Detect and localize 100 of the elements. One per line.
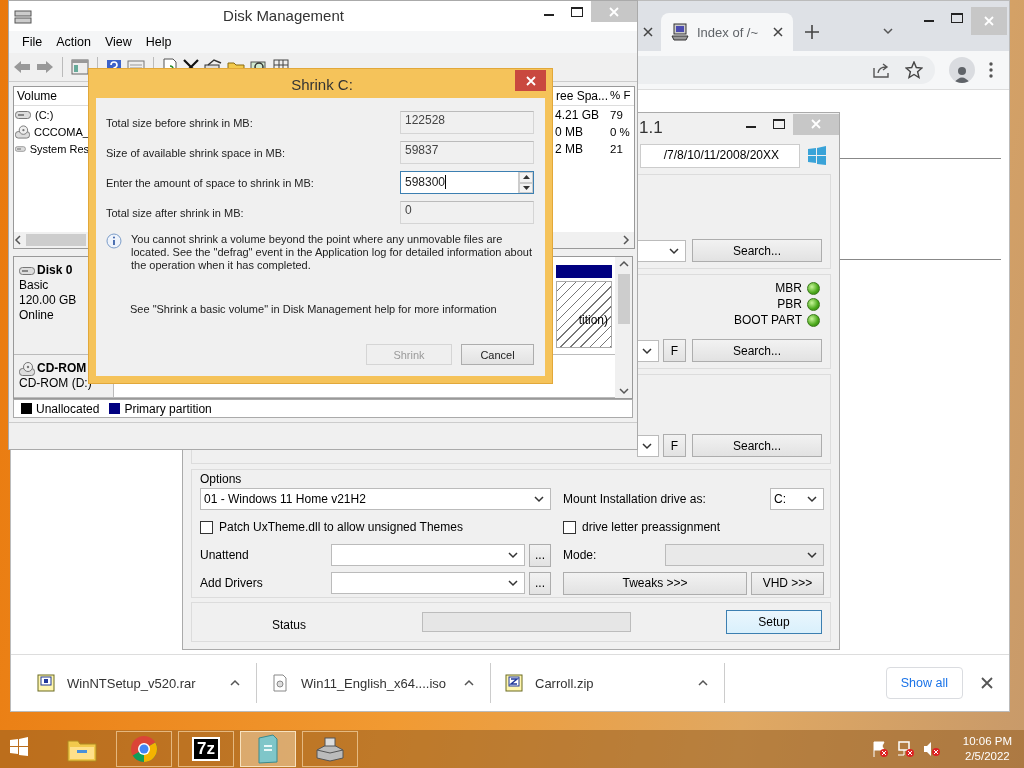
status-label: Status	[272, 618, 308, 632]
tweaks-button[interactable]: Tweaks >>>	[563, 571, 747, 595]
table-cell-text: 79	[609, 108, 624, 121]
close-icon[interactable]	[981, 677, 993, 689]
drive-icon	[14, 9, 32, 25]
taskbar-button[interactable]	[302, 731, 358, 767]
menu-item[interactable]: Help	[138, 35, 179, 49]
console-icon[interactable]	[71, 59, 89, 75]
maximize-icon[interactable]	[773, 119, 785, 129]
download-item[interactable]: Carroll.zip	[491, 663, 725, 703]
f-button[interactable]: F	[663, 339, 686, 362]
search-button[interactable]: Search...	[692, 339, 822, 362]
legend-label: Primary partition	[124, 401, 212, 416]
combo-box[interactable]	[637, 434, 659, 457]
chevron-down-icon	[669, 246, 679, 255]
chevron-down-icon	[642, 441, 652, 450]
scroll-thumb[interactable]	[26, 234, 86, 246]
chevron-down-icon	[642, 346, 652, 355]
cd-drive-icon	[15, 124, 30, 139]
chevron-down-icon	[807, 495, 817, 503]
menu-item[interactable]: Action	[49, 35, 98, 49]
browse-button[interactable]: ...	[529, 543, 551, 567]
close-icon[interactable]	[773, 27, 783, 37]
close-icon[interactable]	[643, 27, 653, 37]
back-arrow-icon[interactable]	[13, 60, 31, 74]
boot-check-label: PBR	[777, 297, 802, 311]
share-icon[interactable]	[873, 62, 891, 78]
plus-icon[interactable]	[805, 25, 819, 39]
drive-dropdown[interactable]: C:	[770, 488, 824, 510]
archive-icon	[37, 674, 55, 692]
partition-header	[556, 265, 612, 278]
browse-button[interactable]: ...	[529, 571, 551, 595]
list-entry[interactable]: (C:)	[33, 108, 54, 121]
column-header[interactable]: % F	[609, 87, 634, 105]
star-icon[interactable]	[905, 61, 923, 79]
list-entry[interactable]: CCCOMA_	[32, 125, 89, 138]
menu-item[interactable]: File	[15, 35, 50, 49]
checkbox[interactable]	[563, 520, 576, 534]
taskbar-button[interactable]: 7z	[178, 731, 234, 767]
menu-icon[interactable]	[989, 62, 993, 78]
scroll-thumb[interactable]	[617, 273, 630, 324]
browser-tab[interactable]: Index of /~	[661, 13, 793, 51]
search-button[interactable]: Search...	[692, 239, 822, 262]
legend-label: Unallocated	[36, 401, 100, 416]
window-title: Disk Management	[222, 7, 345, 24]
table-cell-text: 2 MB	[554, 141, 584, 156]
menu-item[interactable]: View	[97, 35, 139, 49]
dialog-title: Shrink C:	[290, 76, 354, 93]
window-title: 1.1	[639, 118, 663, 138]
f-button[interactable]: F	[663, 434, 686, 457]
vertical-scrollbar[interactable]	[615, 257, 632, 398]
speaker-icon[interactable]	[922, 740, 941, 758]
field-label: Add Drivers	[200, 576, 264, 590]
show-all-button[interactable]: Show all	[885, 667, 963, 699]
chevron-left-icon[interactable]	[14, 235, 22, 245]
checkbox[interactable]	[200, 520, 213, 534]
help-text: See "Shrink a basic volume" in Disk Management help for more information	[130, 303, 498, 315]
chevron-up-icon	[618, 260, 629, 268]
profile-avatar[interactable]	[949, 57, 975, 83]
search-button[interactable]: Search...	[692, 434, 822, 457]
column-header[interactable]: ree Spa...	[553, 87, 609, 105]
setup-button[interactable]: Setup	[726, 610, 822, 634]
chevron-down-icon	[508, 579, 518, 587]
column-header[interactable]: Volume	[14, 87, 89, 105]
chevron-down-icon	[534, 495, 544, 503]
disk-detail: 120.00 GB	[19, 293, 78, 308]
boot-check-label: BOOT PART	[734, 313, 802, 327]
boot-check-label: MBR	[775, 281, 802, 295]
maximize-icon[interactable]	[571, 7, 583, 17]
chevron-down-icon	[807, 551, 817, 559]
maximize-icon[interactable]	[951, 13, 963, 23]
chevron-right-icon[interactable]	[622, 235, 630, 245]
readonly-field: 0	[400, 201, 534, 224]
clock[interactable]: 10:06 PM 2/5/2022	[962, 734, 1012, 764]
taskbar-button[interactable]	[116, 731, 172, 767]
table-cell-text: 4.21 GB	[554, 107, 601, 122]
checkbox-label: Patch UxTheme.dll to allow unsigned Themes	[219, 520, 463, 534]
combo-box[interactable]	[637, 339, 659, 362]
chevron-down-icon	[618, 387, 629, 395]
source-path-field[interactable]: /7/8/10/11/2008/20XX	[640, 144, 800, 168]
edition-dropdown[interactable]: 01 - Windows 11 Home v21H2	[200, 488, 551, 510]
vhd-button[interactable]: VHD >>>	[751, 571, 824, 595]
chrome-icon	[130, 735, 158, 763]
checkbox-label: drive letter preassignment	[582, 520, 721, 534]
download-item[interactable]: Win11_English_x64....iso	[257, 663, 491, 703]
shrink-amount-field[interactable]: 598300	[400, 171, 534, 194]
flag-icon[interactable]	[870, 740, 889, 758]
chevron-up-icon	[698, 679, 708, 687]
forward-arrow-icon[interactable]	[36, 60, 54, 74]
download-item[interactable]: WinNTSetup_v520.rar	[23, 663, 257, 703]
spin-buttons[interactable]	[518, 172, 533, 193]
field-label: Unattend	[200, 548, 250, 562]
readonly-field: 59837	[400, 141, 534, 164]
field-label: Total size before shrink in MB:	[106, 116, 253, 129]
cancel-button[interactable]: Cancel	[461, 344, 534, 365]
drive-icon	[315, 736, 345, 762]
list-entry[interactable]: System Res	[27, 142, 89, 155]
network-icon[interactable]	[896, 740, 915, 758]
close-button[interactable]	[515, 70, 546, 91]
chevron-down-icon[interactable]	[883, 27, 893, 35]
